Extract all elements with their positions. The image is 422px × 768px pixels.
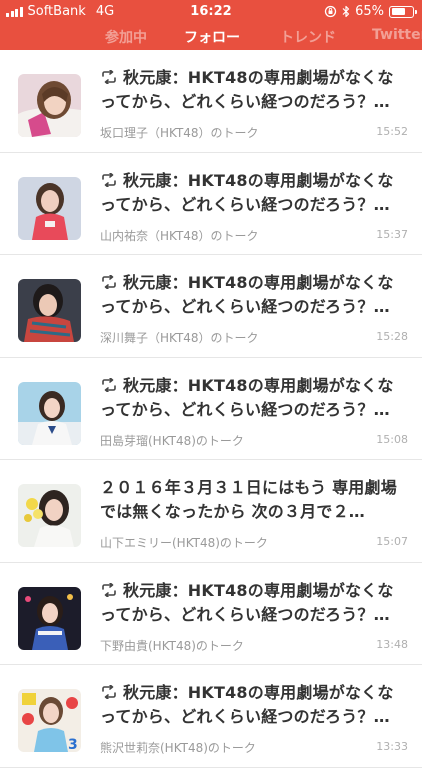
retweet-icon <box>102 70 116 84</box>
item-source: 山下エミリー(HKT48)のトーク <box>100 536 268 550</box>
battery-level <box>391 8 405 15</box>
item-title-text: 秋元康：HKT48の専用劇場がなくなってから、どれくらい経つのだろう？… <box>100 68 394 111</box>
tab-bar: 参加中 フォロー トレンド Twitter <box>0 24 422 48</box>
item-title: 秋元康：HKT48の専用劇場がなくなってから、どれくらい経つのだろう？… <box>100 681 400 729</box>
item-title: ２０１６年３月３１日にはもう 専用劇場では無くなったから 次の３月で２… <box>100 476 400 524</box>
item-title: 秋元康：HKT48の専用劇場がなくなってから、どれくらい経つのだろう？… <box>100 66 400 114</box>
retweet-icon <box>102 377 116 392</box>
battery-icon <box>389 5 417 18</box>
item-title-text: 秋元康：HKT48の専用劇場がなくなってから、どれくらい経つのだろう？… <box>100 580 394 624</box>
item-time: 15:07 <box>376 535 408 548</box>
item-title-text: 秋元康：HKT48の専用劇場がなくなってから、どれくらい経つのだろう？… <box>100 683 394 726</box>
item-title: 秋元康：HKT48の専用劇場がなくなってから、どれくらい経つのだろう？… <box>100 271 400 319</box>
retweet-icon <box>102 172 116 187</box>
item-time: 15:52 <box>376 125 408 138</box>
status-bar: SoftBank 4G 16:22 65% <box>0 0 422 22</box>
tab-participating[interactable]: 参加中 <box>105 27 147 47</box>
talk-list: 秋元康：HKT48の専用劇場がなくなってから、どれくらい経つのだろう？… 坂口理… <box>0 50 422 768</box>
retweet-icon <box>102 582 116 597</box>
battery-percent: 65% <box>355 4 384 19</box>
list-item[interactable]: 秋元康：HKT48の専用劇場がなくなってから、どれくらい経つのだろう？… 深川舞… <box>0 255 422 358</box>
status-right: 65% <box>324 4 417 19</box>
item-time: 15:08 <box>376 432 408 446</box>
item-source: 坂口理子（HKT48）のトーク <box>100 126 259 140</box>
avatar <box>18 279 81 342</box>
avatar <box>18 484 81 547</box>
item-source: 下野由貴(HKT48)のトーク <box>100 638 244 653</box>
app-header: SoftBank 4G 16:22 65% 参加中 フォロー トレンド Twit… <box>0 0 422 50</box>
item-source: 深川舞子（HKT48）のトーク <box>100 331 259 345</box>
avatar <box>18 586 81 650</box>
list-item[interactable]: ２０１６年３月３１日にはもう 専用劇場では無くなったから 次の３月で２… 山下エ… <box>0 460 422 563</box>
item-source: 山内祐奈（HKT48）のトーク <box>100 228 259 243</box>
item-time: 15:28 <box>376 330 408 343</box>
avatar: 3 <box>18 689 81 752</box>
retweet-icon <box>102 275 116 289</box>
retweet-icon <box>102 685 116 699</box>
tab-following[interactable]: フォロー <box>184 27 240 47</box>
avatar <box>18 74 81 137</box>
list-item[interactable]: 秋元康：HKT48の専用劇場がなくなってから、どれくらい経つのだろう？… 坂口理… <box>0 50 422 153</box>
item-source: 田島芽瑠(HKT48)のトーク <box>100 433 244 448</box>
avatar <box>18 381 81 445</box>
tab-twitter[interactable]: Twitter <box>372 27 422 43</box>
item-title: 秋元康：HKT48の専用劇場がなくなってから、どれくらい経つのだろう？… <box>100 374 400 422</box>
item-title: 秋元康：HKT48の専用劇場がなくなってから、どれくらい経つのだろう？… <box>100 579 400 627</box>
avatar <box>18 176 81 240</box>
orientation-lock-icon <box>324 5 337 18</box>
list-item[interactable]: 秋元康：HKT48の専用劇場がなくなってから、どれくらい経つのだろう？… 田島芽… <box>0 358 422 460</box>
item-time: 13:33 <box>376 740 408 753</box>
list-item[interactable]: 秋元康：HKT48の専用劇場がなくなってから、どれくらい経つのだろう？… 下野由… <box>0 563 422 665</box>
list-item[interactable]: 秋元康：HKT48の専用劇場がなくなってから、どれくらい経つのだろう？… 山内祐… <box>0 153 422 255</box>
list-item[interactable]: 3 秋元康：HKT48の専用劇場がなくなってから、どれくらい経つのだろう？… 熊… <box>0 665 422 768</box>
item-title-text: ２０１６年３月３１日にはもう 専用劇場では無くなったから 次の３月で２… <box>100 478 397 521</box>
tab-trend[interactable]: トレンド <box>280 27 336 47</box>
item-source: 熊沢世莉奈(HKT48)のトーク <box>100 741 256 755</box>
bluetooth-icon <box>342 5 350 18</box>
item-time: 15:37 <box>376 227 408 241</box>
item-time: 13:48 <box>376 637 408 651</box>
item-title-text: 秋元康：HKT48の専用劇場がなくなってから、どれくらい経つのだろう？… <box>100 170 394 214</box>
item-title-text: 秋元康：HKT48の専用劇場がなくなってから、どれくらい経つのだろう？… <box>100 375 394 419</box>
item-title-text: 秋元康：HKT48の専用劇場がなくなってから、どれくらい経つのだろう？… <box>100 273 394 316</box>
item-title: 秋元康：HKT48の専用劇場がなくなってから、どれくらい経つのだろう？… <box>100 169 400 217</box>
